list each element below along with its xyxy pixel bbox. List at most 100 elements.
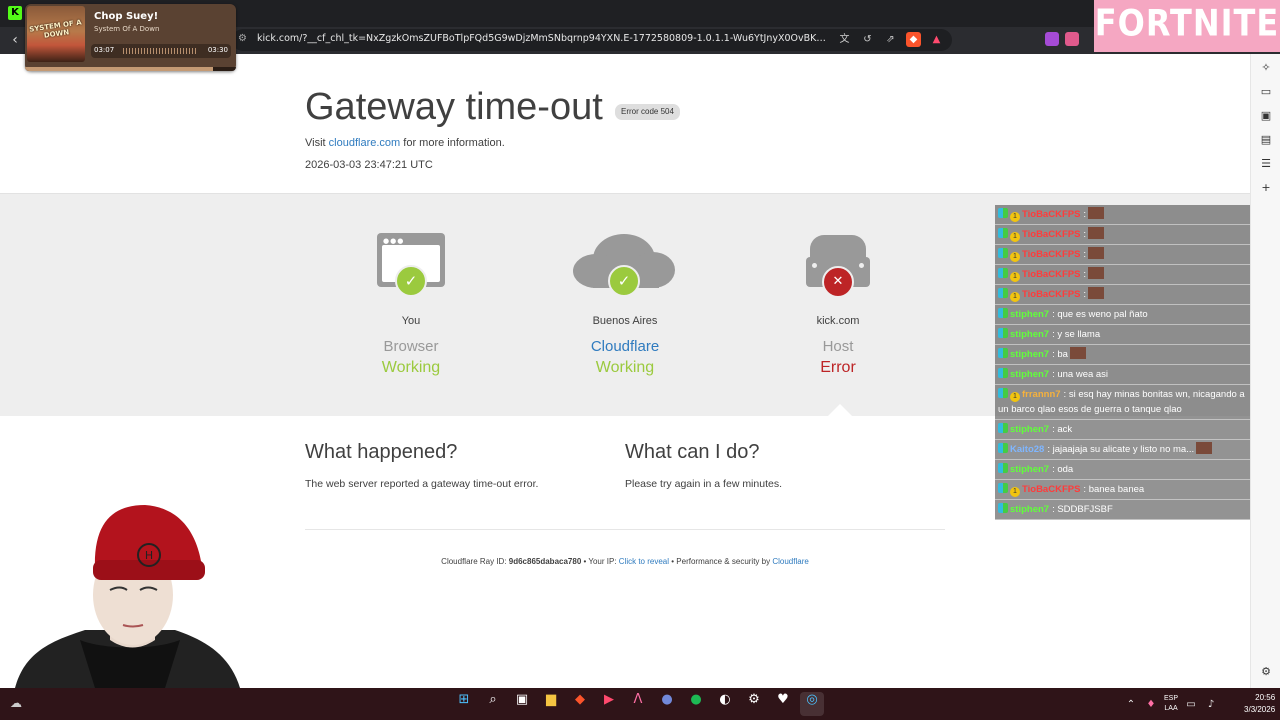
address-bar[interactable]: ⚙ kick.com/?__cf_chl_tk=NxZgzkOmsZUFBoTl… bbox=[232, 29, 952, 51]
visit-line: Visit cloudflare.com for more informatio… bbox=[305, 137, 505, 149]
discord-icon[interactable]: ● bbox=[655, 692, 679, 716]
kick-badge-icon bbox=[998, 368, 1008, 378]
kick-badge-icon bbox=[998, 503, 1008, 513]
chat-username[interactable]: stiphen7 bbox=[1010, 424, 1049, 435]
url-text[interactable]: kick.com/?__cf_chl_tk=NxZgzkOmsZUFBoTlpF… bbox=[257, 33, 827, 44]
language-top: ESP bbox=[1164, 695, 1179, 702]
extension-icon[interactable] bbox=[1045, 32, 1059, 46]
chat-username[interactable]: Kaito28 bbox=[1010, 444, 1044, 455]
app-icon[interactable]: Λ bbox=[626, 692, 650, 716]
node-kind[interactable]: Cloudflare bbox=[555, 338, 695, 355]
network-icon[interactable]: ▭ bbox=[1184, 699, 1198, 710]
footer: Cloudflare Ray ID: 9d6c865dabaca780 • Yo… bbox=[305, 557, 945, 566]
playback-progress[interactable] bbox=[25, 67, 236, 71]
check-icon: ✓ bbox=[395, 265, 427, 297]
kick-badge-icon bbox=[998, 443, 1008, 453]
taskbar-apps: ⊞ ⌕ ▣ ▆ ◆ ▶ Λ ● ● ◐ ⚙ ♥ ◎ bbox=[452, 692, 824, 716]
node-location: You bbox=[401, 315, 421, 327]
node-status: Working bbox=[381, 359, 441, 376]
leo-ai-icon[interactable]: ✧ bbox=[1258, 60, 1274, 76]
kick-badge-icon bbox=[998, 328, 1008, 338]
cloudflare-footer-link[interactable]: Cloudflare bbox=[772, 557, 808, 566]
vtuber-avatar: H bbox=[15, 505, 240, 688]
media-player-icon[interactable]: ▶ bbox=[597, 692, 621, 716]
total-time: 03:30 bbox=[207, 46, 228, 54]
weather-widget-icon[interactable]: ☁ bbox=[10, 696, 26, 712]
chat-text: : SDDBFJSBF bbox=[1052, 504, 1113, 515]
chat-username[interactable]: TioBaCKFPS bbox=[1022, 209, 1080, 220]
game-logo-text: FORTNITE bbox=[1094, 1, 1280, 45]
settings-icon[interactable]: ⚙ bbox=[742, 692, 766, 716]
chat-username[interactable]: TioBaCKFPS bbox=[1022, 269, 1080, 280]
chat-message: 1 TioBaCKFPS: bbox=[995, 285, 1250, 305]
clock-time: 20:56 bbox=[1255, 693, 1276, 702]
node-location: Buenos Aires bbox=[592, 315, 658, 327]
reading-list-icon[interactable]: ☰ bbox=[1258, 156, 1274, 172]
clock-date: 3/3/2026 bbox=[1244, 705, 1276, 714]
app-icon[interactable]: ◐ bbox=[713, 692, 737, 716]
error-pointer bbox=[828, 404, 852, 416]
chat-message: 1 TioBaCKFPS: banea banea bbox=[995, 480, 1250, 500]
sub-badge-icon: 1 bbox=[1010, 232, 1020, 242]
video-icon[interactable]: ▭ bbox=[1258, 84, 1274, 100]
chat-message: stiphen7: ba bbox=[995, 345, 1250, 365]
task-view-icon[interactable]: ▣ bbox=[510, 692, 534, 716]
kick-badge-icon bbox=[998, 308, 1008, 318]
address-bar-actions: 文 ↺ ⇗ ◆ ▲ bbox=[837, 32, 944, 47]
app-icon[interactable]: ♥ bbox=[771, 692, 795, 716]
emote-image bbox=[1088, 287, 1105, 299]
translate-icon[interactable]: 文 bbox=[837, 32, 852, 47]
bookmarks-icon[interactable]: ▤ bbox=[1258, 132, 1274, 148]
node-kind: Browser bbox=[383, 338, 439, 355]
chat-username[interactable]: stiphen7 bbox=[1010, 329, 1049, 340]
brave-icon[interactable]: ◆ bbox=[568, 692, 592, 716]
chat-username[interactable]: stiphen7 bbox=[1010, 309, 1049, 320]
kick-icon[interactable]: K bbox=[8, 6, 22, 20]
error-code-badge: Error code 504 bbox=[615, 104, 680, 120]
chat-username[interactable]: TioBaCKFPS bbox=[1022, 289, 1080, 300]
spotify-icon[interactable]: ● bbox=[684, 692, 708, 716]
extension-icon[interactable] bbox=[1065, 32, 1079, 46]
history-icon[interactable]: ↺ bbox=[860, 32, 875, 47]
chat-username[interactable]: TioBaCKFPS bbox=[1022, 484, 1080, 495]
brave-shields-icon[interactable]: ◆ bbox=[906, 32, 921, 47]
chat-message: stiphen7: ack bbox=[995, 420, 1250, 440]
chat-text: : banea banea bbox=[1083, 484, 1145, 495]
chat-message: stiphen7: que es weno pal ñato bbox=[995, 305, 1250, 325]
wallet-icon[interactable]: ▣ bbox=[1258, 108, 1274, 124]
chat-username[interactable]: stiphen7 bbox=[1010, 464, 1049, 475]
browser-app-icon[interactable]: ◎ bbox=[800, 692, 824, 716]
chat-message: 1 TioBaCKFPS: bbox=[995, 205, 1250, 225]
browser-sidebar: ✧ ▭ ▣ ▤ ☰ + ⚙ bbox=[1250, 54, 1280, 688]
chat-username[interactable]: stiphen7 bbox=[1010, 504, 1049, 515]
reveal-ip-link[interactable]: Click to reveal bbox=[619, 557, 669, 566]
share-icon[interactable]: ⇗ bbox=[883, 32, 898, 47]
chat-username[interactable]: TioBaCKFPS bbox=[1022, 249, 1080, 260]
brave-rewards-icon[interactable]: ▲ bbox=[929, 32, 944, 47]
microphone-icon[interactable]: ♦ bbox=[1144, 699, 1158, 710]
back-arrow-icon[interactable]: ‹ bbox=[6, 31, 24, 49]
chat-username[interactable]: stiphen7 bbox=[1010, 369, 1049, 380]
settings-icon[interactable]: ⚙ bbox=[1258, 664, 1274, 680]
chat-text: : ack bbox=[1052, 424, 1073, 435]
window-dots: ●●● bbox=[383, 237, 405, 245]
add-icon[interactable]: + bbox=[1258, 180, 1274, 196]
start-icon[interactable]: ⊞ bbox=[452, 692, 476, 716]
site-info-icon[interactable]: ⚙ bbox=[238, 33, 247, 44]
cloudflare-link[interactable]: cloudflare.com bbox=[329, 137, 401, 149]
screen: K ‹ ⚙ kick.com/?__cf_chl_tk=NxZgzkOmsZUF… bbox=[0, 0, 1280, 720]
search-icon[interactable]: ⌕ bbox=[481, 692, 505, 716]
kick-badge-icon bbox=[998, 388, 1008, 398]
page-title: Gateway time-out bbox=[305, 86, 603, 128]
clock[interactable]: 20:56 3/3/2026 bbox=[1244, 692, 1275, 716]
file-explorer-icon[interactable]: ▆ bbox=[539, 692, 563, 716]
chevron-up-icon[interactable]: ⌃ bbox=[1124, 699, 1138, 710]
chat-username[interactable]: frrannn7 bbox=[1022, 389, 1061, 400]
language-indicator[interactable]: ESP LAA bbox=[1164, 694, 1178, 714]
visit-prefix: Visit bbox=[305, 137, 326, 149]
volume-icon[interactable]: ♪ bbox=[1204, 699, 1218, 710]
chat-username[interactable]: stiphen7 bbox=[1010, 349, 1049, 360]
emote-image bbox=[1088, 227, 1105, 239]
chat-username[interactable]: TioBaCKFPS bbox=[1022, 229, 1080, 240]
ip-label: • Your IP: bbox=[583, 557, 617, 566]
